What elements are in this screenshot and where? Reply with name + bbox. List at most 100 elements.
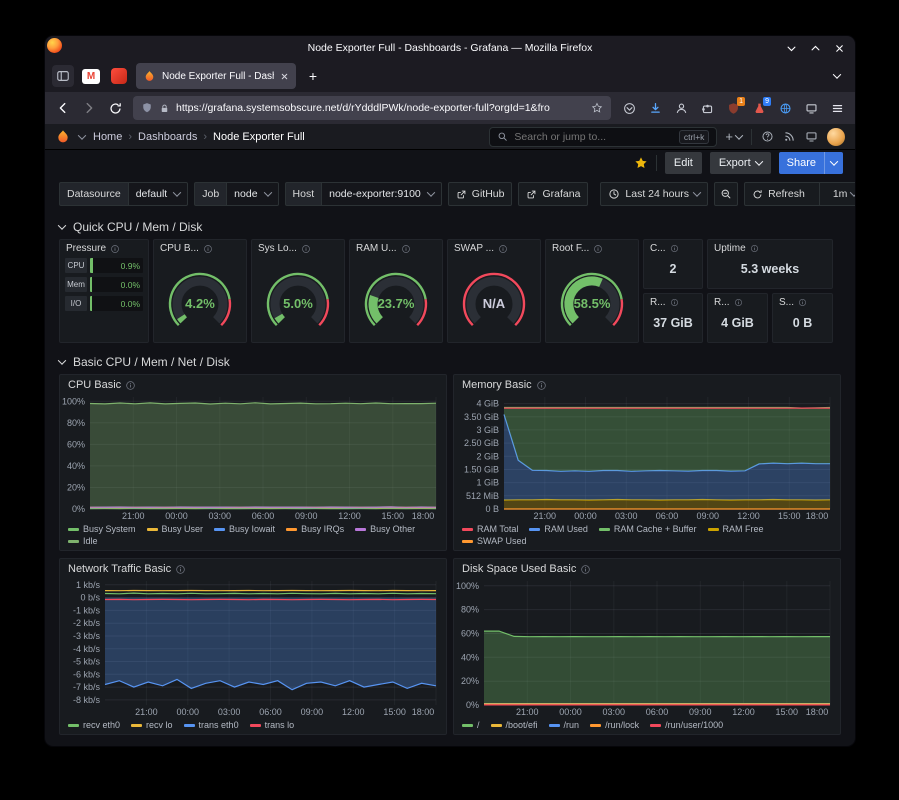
info-icon[interactable] [536,380,547,391]
info-icon[interactable] [734,298,743,307]
flask-icon[interactable]: 9 [747,96,771,120]
variable-value-dropdown[interactable]: node [226,182,278,206]
info-icon[interactable] [175,564,186,575]
info-icon[interactable] [798,298,807,307]
panel-title[interactable]: SWAP ... [454,243,494,254]
info-icon[interactable] [593,244,603,254]
add-icon[interactable]: + [725,129,742,144]
legend-item[interactable]: recv lo [131,720,173,730]
monitor-icon[interactable] [805,130,818,143]
legend-item[interactable]: recv eth0 [68,720,120,730]
adblock-icon[interactable]: 1 [721,96,745,120]
rss-icon[interactable] [783,130,796,143]
panel-title[interactable]: C... [650,243,666,254]
info-icon[interactable] [670,298,679,307]
link-github-button[interactable]: GitHub [448,182,513,206]
legend-item[interactable]: RAM Used [529,524,588,534]
grafana-logo[interactable] [55,129,71,145]
info-icon[interactable] [498,244,508,254]
pinned-tab-app[interactable] [108,65,130,87]
export-button[interactable]: Export [710,152,771,174]
window-titlebar[interactable]: Node Exporter Full - Dashboards - Grafan… [45,36,855,60]
legend-item[interactable]: Busy IRQs [286,524,344,534]
legend-item[interactable]: Busy User [147,524,204,534]
link-grafana-button[interactable]: Grafana [518,182,588,206]
panel-title[interactable]: Disk Space Used Basic [462,563,576,575]
legend-item[interactable]: trans eth0 [184,720,239,730]
legend-item[interactable]: Busy System [68,524,136,534]
refresh-button[interactable]: Refresh [745,188,812,200]
legend-item[interactable]: /run/lock [590,720,639,730]
legend-item[interactable]: /run/user/1000 [650,720,723,730]
panel-title[interactable]: Memory Basic [462,379,532,391]
search-box[interactable]: ctrl+k [489,127,717,147]
variable-value-dropdown[interactable]: node-exporter:9100 [321,182,442,206]
panel-title[interactable]: Sys Lo... [258,243,297,254]
reload-icon[interactable] [103,96,127,120]
lock-icon[interactable] [159,103,170,114]
back-icon[interactable] [51,96,75,120]
breadcrumb-dashboards[interactable]: Dashboards [138,131,197,143]
edit-button[interactable]: Edit [665,152,702,174]
panel-title[interactable]: CPU B... [160,243,199,254]
breadcrumb-home[interactable]: Home [93,131,122,143]
container-icon[interactable] [773,96,797,120]
legend-item[interactable]: Busy Other [355,524,415,534]
legend-item[interactable]: RAM Total [462,524,518,534]
extensions-icon[interactable] [695,96,719,120]
close-icon[interactable] [834,43,845,54]
legend-item[interactable]: / [462,720,480,730]
legend-item[interactable]: /boot/efi [491,720,538,730]
legend-item[interactable]: RAM Cache + Buffer [599,524,697,534]
panel-title[interactable]: RAM U... [356,243,397,254]
new-tab-button[interactable]: + [302,65,324,87]
legend-item[interactable]: Busy Iowait [214,524,275,534]
section-basic-header[interactable]: Basic CPU / Mem / Net / Disk [59,349,841,374]
info-icon[interactable] [580,564,591,575]
share-button[interactable]: Share [779,152,843,174]
legend-item[interactable]: /run [549,720,580,730]
minimize-icon[interactable] [786,43,797,54]
url-bar[interactable]: https://grafana.systemsobscure.net/d/rYd… [133,96,611,120]
legend-item[interactable]: trans lo [250,720,295,730]
share-dropdown-icon[interactable] [825,160,843,166]
legend-item[interactable]: SWAP Used [462,536,527,546]
info-icon[interactable] [125,380,136,391]
zoom-out-button[interactable] [714,182,738,206]
info-icon[interactable] [301,244,311,254]
panel-title[interactable]: Root F... [552,243,589,254]
refresh-interval-dropdown[interactable]: 1m [827,188,855,200]
account-icon[interactable] [669,96,693,120]
forward-icon[interactable] [77,96,101,120]
legend-item[interactable]: Idle [68,536,98,546]
panel-title[interactable]: Uptime [714,243,746,254]
panel-title[interactable]: CPU Basic [68,379,121,391]
nav-chevron-icon[interactable] [78,131,86,139]
screen-icon[interactable] [799,96,823,120]
search-input[interactable] [514,131,672,143]
section-quick-header[interactable]: Quick CPU / Mem / Disk [59,214,841,239]
menu-icon[interactable] [825,96,849,120]
avatar[interactable] [827,128,845,146]
info-icon[interactable] [401,244,411,254]
time-range-picker[interactable]: Last 24 hours [600,182,708,206]
list-tabs-icon[interactable] [826,65,848,87]
info-icon[interactable] [203,244,213,254]
info-icon[interactable] [670,244,679,253]
panel-title[interactable]: R... [650,297,666,308]
panel-title[interactable]: S... [779,297,794,308]
tab-close-icon[interactable] [280,72,289,81]
variable-value-dropdown[interactable]: default [128,182,189,206]
info-icon[interactable] [110,244,120,254]
legend-item[interactable]: RAM Free [708,524,764,534]
pinned-tab-gmail[interactable]: M [80,65,102,87]
info-icon[interactable] [750,244,759,253]
download-icon[interactable] [643,96,667,120]
help-icon[interactable] [761,130,774,143]
tracking-shield-icon[interactable] [141,102,153,114]
panel-title[interactable]: Network Traffic Basic [68,563,171,575]
maximize-icon[interactable] [810,43,821,54]
firefox-view-icon[interactable] [52,65,74,87]
panel-title[interactable]: R... [714,297,730,308]
panel-title[interactable]: Pressure [66,243,106,254]
